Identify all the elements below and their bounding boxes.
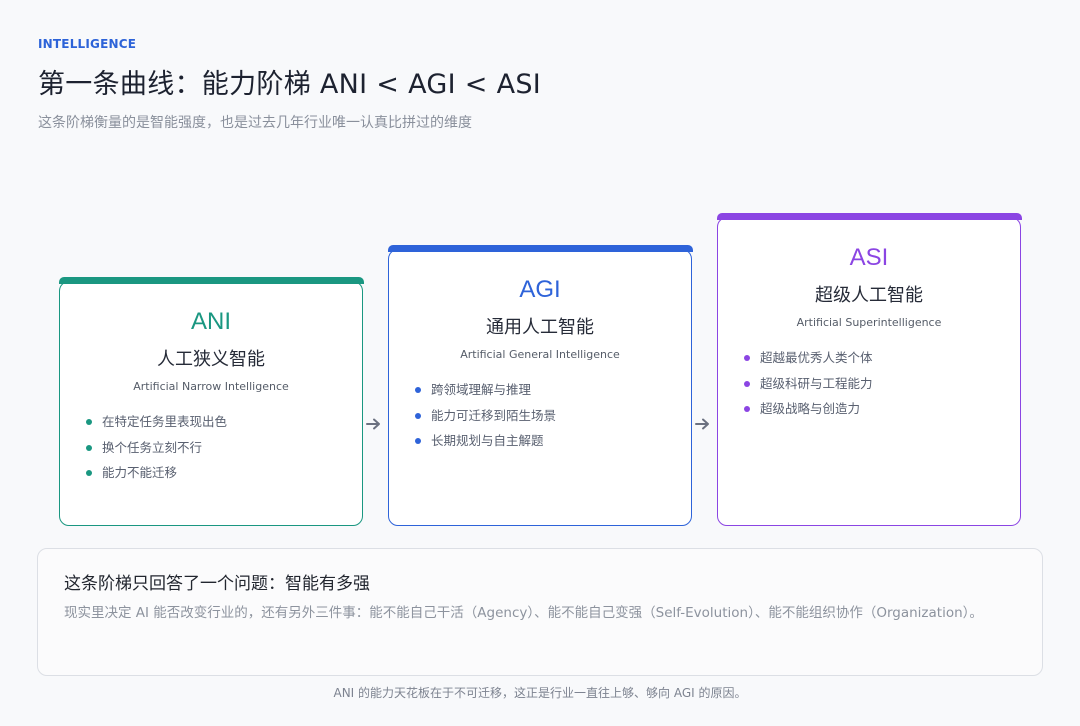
card-agi-bullets: 跨领域理解与推理 能力可迁移到陌生场景 长期规划与自主解题 (389, 381, 691, 458)
card-asi-topbar (716, 213, 1022, 220)
bullet-dot-icon (415, 387, 421, 393)
card-agi-en-name: Artificial General Intelligence (460, 348, 620, 361)
summary-body: 现实里决定 AI 能否改变行业的，还有另外三件事：能不能自己干活（Agency）… (64, 605, 983, 621)
list-item: 在特定任务里表现出色 (86, 413, 362, 439)
bullet-text: 能力不能迁移 (102, 465, 178, 480)
list-item: 能力不能迁移 (86, 464, 362, 490)
bullet-text: 能力可迁移到陌生场景 (431, 407, 557, 423)
bullet-text: 超级战略与创造力 (760, 401, 861, 416)
bullet-dot-icon (415, 438, 421, 444)
page-title: 第一条曲线：能力阶梯 ANI < AGI < ASI (38, 69, 542, 100)
card-agi-topbar (387, 245, 693, 252)
list-item: 能力可迁移到陌生场景 (415, 407, 691, 433)
bullet-dot-icon (744, 406, 750, 412)
bullet-dot-icon (744, 355, 750, 361)
bullet-text: 跨领域理解与推理 (431, 382, 532, 397)
card-ani-topbar (58, 277, 364, 284)
page-subtitle: 这条阶梯衡量的是智能强度，也是过去几年行业唯一认真比拼过的维度 (38, 115, 472, 131)
arrow-right-icon (695, 418, 709, 430)
bullet-text: 超越最优秀人类个体 (760, 350, 873, 365)
card-asi-en-name: Artificial Superintelligence (796, 316, 942, 329)
card-ani: ANI 人工狭义智能 Artificial Narrow Intelligenc… (58, 277, 364, 526)
card-agi: AGI 通用人工智能 Artificial General Intelligen… (387, 245, 693, 526)
list-item: 跨领域理解与推理 (415, 381, 691, 407)
card-agi-code: AGI (519, 276, 561, 303)
eyebrow-label: INTELLIGENCE (38, 37, 137, 51)
footnote: ANI 的能力天花板在于不可迁移，这正是行业一直往上够、够向 AGI 的原因。 (333, 686, 747, 700)
card-asi-code: ASI (849, 244, 889, 271)
card-asi-cn-name: 超级人工智能 (815, 285, 923, 306)
list-item: 换个任务立刻不行 (86, 439, 362, 465)
summary-title: 这条阶梯只回答了一个问题：智能有多强 (64, 574, 370, 594)
bullet-text: 换个任务立刻不行 (102, 439, 203, 455)
bullet-text: 在特定任务里表现出色 (102, 414, 228, 429)
list-item: 长期规划与自主解题 (415, 432, 691, 458)
card-asi: ASI 超级人工智能 Artificial Superintelligence … (716, 213, 1022, 526)
list-item: 超级战略与创造力 (744, 400, 1020, 426)
bullet-text: 长期规划与自主解题 (431, 433, 544, 448)
list-item: 超级科研与工程能力 (744, 375, 1020, 401)
card-ani-en-name: Artificial Narrow Intelligence (133, 380, 289, 393)
card-ani-cn-name: 人工狭义智能 (157, 349, 265, 370)
card-ani-bullets: 在特定任务里表现出色 换个任务立刻不行 能力不能迁移 (60, 413, 362, 490)
arrow-right-icon (366, 418, 380, 430)
card-asi-bullets: 超越最优秀人类个体 超级科研与工程能力 超级战略与创造力 (718, 349, 1020, 426)
bullet-text: 超级科研与工程能力 (760, 375, 873, 391)
bullet-dot-icon (415, 412, 421, 419)
card-ani-code: ANI (190, 308, 231, 335)
card-agi-cn-name: 通用人工智能 (486, 317, 594, 338)
bullet-dot-icon (86, 419, 92, 425)
bullet-dot-icon (744, 380, 750, 387)
bullet-dot-icon (86, 470, 92, 476)
bullet-dot-icon (86, 444, 92, 451)
summary-box: 这条阶梯只回答了一个问题：智能有多强 现实里决定 AI 能否改变行业的，还有另外… (37, 548, 1043, 676)
list-item: 超越最优秀人类个体 (744, 349, 1020, 375)
